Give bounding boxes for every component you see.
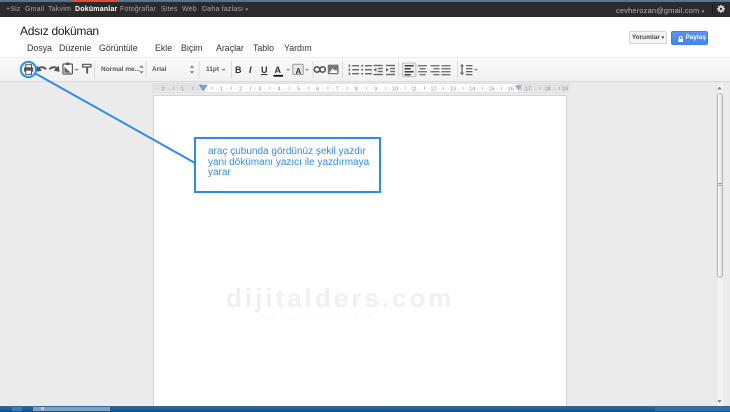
svg-text:14: 14 (469, 87, 475, 93)
svg-text:12: 12 (431, 87, 437, 93)
svg-text:1: 1 (181, 87, 184, 93)
svg-text:5: 5 (297, 87, 300, 93)
svg-text:6: 6 (316, 87, 319, 93)
svg-text:4: 4 (278, 87, 281, 93)
svg-text:7: 7 (336, 87, 339, 93)
svg-text:15: 15 (488, 87, 494, 93)
svg-text:10: 10 (392, 87, 398, 93)
svg-text:9: 9 (374, 87, 377, 93)
svg-text:17: 17 (525, 87, 531, 93)
svg-text:3: 3 (258, 87, 261, 93)
svg-text:13: 13 (450, 87, 456, 93)
svg-text:16: 16 (508, 87, 514, 93)
svg-text:2: 2 (239, 87, 242, 93)
svg-text:18: 18 (544, 87, 550, 93)
svg-text:8: 8 (355, 87, 358, 93)
svg-text:2: 2 (161, 87, 164, 93)
svg-text:11: 11 (411, 87, 417, 93)
svg-text:1: 1 (220, 87, 223, 93)
svg-text:19: 19 (562, 87, 568, 93)
